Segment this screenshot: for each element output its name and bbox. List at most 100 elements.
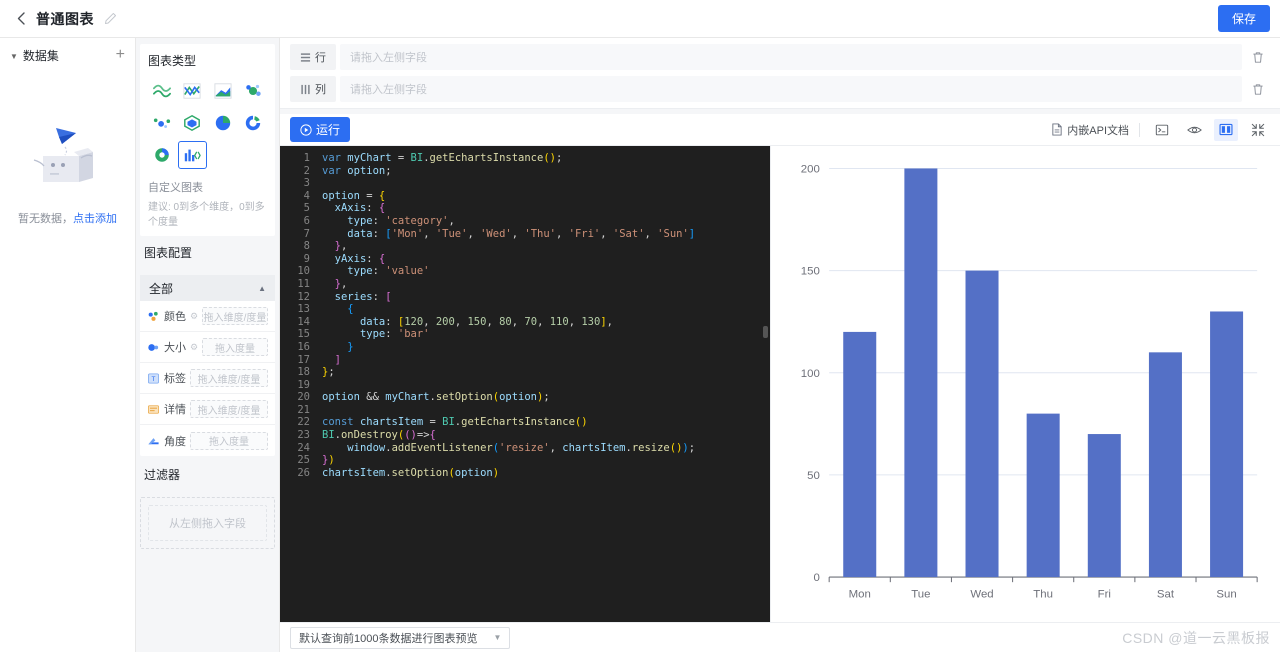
code-editor[interactable]: 1 var myChart = BI.getEchartsInstance(); … [280, 146, 770, 622]
edit-title-button[interactable] [104, 12, 117, 25]
bottom-bar: 默认查询前1000条数据进行图表预览 ▼ CSDN @道一云黑板报 [280, 622, 1280, 652]
ring-chart-icon [155, 148, 169, 162]
shelf-dropzone-rows[interactable]: 请拖入左侧字段 [340, 44, 1242, 70]
console-icon[interactable] [1150, 119, 1174, 141]
save-button[interactable]: 保存 [1217, 5, 1270, 32]
config-label-detail: 详情 [164, 404, 186, 416]
main-column: 行 请拖入左侧字段 列 请拖入左侧字段 运行 内嵌API文档 1 var myC… [280, 38, 1280, 652]
x-axis-tick-label: Wed [970, 589, 993, 601]
chart-type-scatter-bubble[interactable] [239, 77, 267, 105]
shelf-area: 行 请拖入左侧字段 列 请拖入左侧字段 [280, 38, 1280, 108]
drop-slot-color[interactable]: 拖入维度/度量 [202, 307, 268, 325]
empty-box-icon [33, 128, 93, 182]
bar-Sun[interactable] [1210, 311, 1244, 578]
row-limit-select[interactable]: 默认查询前1000条数据进行图表预览 ▼ [290, 626, 511, 649]
trash-icon [1253, 83, 1263, 95]
shelf-delete-columns[interactable] [1246, 83, 1270, 96]
drop-slot-detail[interactable]: 拖入维度/度量 [190, 400, 268, 418]
api-doc-label: 内嵌API文档 [1067, 124, 1129, 137]
angle-icon [147, 434, 160, 447]
code-scrollbar[interactable] [763, 326, 768, 338]
bar-Thu[interactable] [1026, 413, 1060, 578]
chart-type-area[interactable] [209, 77, 237, 105]
add-data-link[interactable]: 点击添加 [73, 213, 117, 225]
config-label-size: 大小 [164, 342, 186, 354]
columns-icon [301, 84, 310, 94]
chart-type-radar[interactable] [178, 109, 206, 137]
chart-type-hint: 自定义图表 建议: 0到多个维度，0到多个度量 [148, 179, 267, 228]
back-button[interactable] [10, 8, 32, 30]
gear-icon-size[interactable]: ⚙ [190, 342, 198, 353]
chart-type-pie[interactable] [209, 109, 237, 137]
eye-preview-icon[interactable] [1182, 119, 1206, 141]
chevron-down-icon: ▼ [493, 633, 502, 642]
y-axis-tick-label: 100 [801, 368, 820, 380]
config-group-label: 全部 [149, 281, 174, 296]
x-axis-tick-label: Tue [911, 589, 930, 601]
trash-icon [1253, 51, 1263, 63]
bar-Wed[interactable] [965, 270, 999, 578]
chart-type-ring[interactable] [148, 141, 176, 169]
bar-Mon[interactable] [843, 331, 877, 578]
donut-chart-icon [245, 115, 261, 131]
y-axis-tick-label: 200 [801, 164, 820, 176]
chart-type-scatter[interactable] [148, 109, 176, 137]
config-label-color: 颜色 [164, 311, 186, 323]
y-axis-tick-label: 50 [807, 470, 820, 482]
drop-slot-label[interactable]: 拖入维度/度量 [190, 369, 268, 387]
gear-icon-color[interactable]: ⚙ [190, 311, 198, 322]
smooth-line-chart-icon [153, 84, 172, 98]
rows-icon [300, 52, 311, 62]
config-row-size: 大小 ⚙ 拖入度量 [140, 332, 275, 363]
config-row-label: T 标签 拖入维度/度量 [140, 363, 275, 394]
x-axis-tick-label: Fri [1098, 589, 1111, 601]
chart-type-line[interactable] [178, 77, 206, 105]
bar-Fri[interactable] [1087, 434, 1121, 578]
chart-config-title: 图表配置 [144, 246, 193, 260]
config-row-angle: 角度 拖入度量 [140, 425, 275, 456]
radar-chart-icon [184, 114, 201, 132]
chart-type-donut[interactable] [239, 109, 267, 137]
caret-down-icon[interactable]: ▼ [10, 52, 18, 61]
dataset-empty-state: 暂无数据，点击添加 [0, 124, 135, 226]
x-axis-tick-label: Thu [1033, 589, 1053, 601]
chart-type-custom[interactable] [178, 141, 207, 169]
add-dataset-button[interactable]: + [116, 47, 125, 63]
chart-type-hint-sub: 建议: 0到多个维度，0到多个度量 [148, 202, 265, 228]
y-axis-tick-label: 0 [813, 572, 819, 584]
chart-config-box: 全部 ▲ 颜色 ⚙ 拖入维度/度量 大小 ⚙ 拖入度量 T 标签 拖入维度/度量… [140, 275, 275, 456]
watermark: CSDN @道一云黑板报 [1122, 629, 1270, 646]
shelf-delete-rows[interactable] [1246, 51, 1270, 64]
drop-slot-size[interactable]: 拖入度量 [202, 338, 268, 356]
file-doc-icon [1052, 123, 1062, 136]
split-layout-icon[interactable] [1214, 118, 1238, 141]
filter-panel: 过滤器 从左侧拖入字段 [140, 466, 275, 549]
api-doc-link[interactable]: 内嵌API文档 [1051, 122, 1129, 138]
bar-Tue[interactable] [904, 168, 938, 578]
chart-editor-app: 普通图表 保存 ▼ 数据集 + 暂无数据，点击添加 图表类型 自定义图表 建议:… [0, 0, 1280, 652]
work-area: 1 var myChart = BI.getEchartsInstance(); … [280, 146, 1280, 622]
chart-type-smooth-line[interactable] [148, 77, 176, 105]
filter-dropzone[interactable]: 从左侧拖入字段 [140, 497, 275, 549]
collapse-fullscreen-icon[interactable] [1246, 119, 1270, 141]
area-chart-icon [214, 83, 232, 99]
x-axis-tick-label: Sun [1216, 589, 1236, 601]
bar-Sat[interactable] [1148, 352, 1182, 578]
config-group-all[interactable]: 全部 ▲ [140, 275, 275, 301]
filter-placeholder: 从左侧拖入字段 [148, 505, 267, 541]
shelf-dropzone-columns[interactable]: 请拖入左侧字段 [340, 76, 1242, 102]
edit-pencil-icon [104, 12, 117, 25]
run-button[interactable]: 运行 [290, 117, 351, 142]
drop-slot-angle[interactable]: 拖入度量 [190, 431, 268, 450]
run-button-label: 运行 [316, 123, 341, 137]
dataset-empty-text: 暂无数据，点击添加 [18, 210, 117, 226]
shelf-row-rows: 行 请拖入左侧字段 [290, 44, 1270, 70]
x-axis-tick-label: Sat [1157, 589, 1175, 601]
scatter-chart-icon [154, 118, 171, 129]
empty-box-illustration [26, 124, 110, 196]
row-limit-label: 默认查询前1000条数据进行图表预览 [299, 632, 478, 645]
play-circle-icon [300, 123, 312, 136]
code-content[interactable]: 1 var myChart = BI.getEchartsInstance(); … [280, 146, 770, 479]
chart-type-panel: 图表类型 自定义图表 建议: 0到多个维度，0到多个度量 [140, 44, 275, 236]
bar-chart-canvas: 0 50 100 150 200 Mon Tue Wed Thu Fri Sat Sun [801, 164, 1258, 601]
